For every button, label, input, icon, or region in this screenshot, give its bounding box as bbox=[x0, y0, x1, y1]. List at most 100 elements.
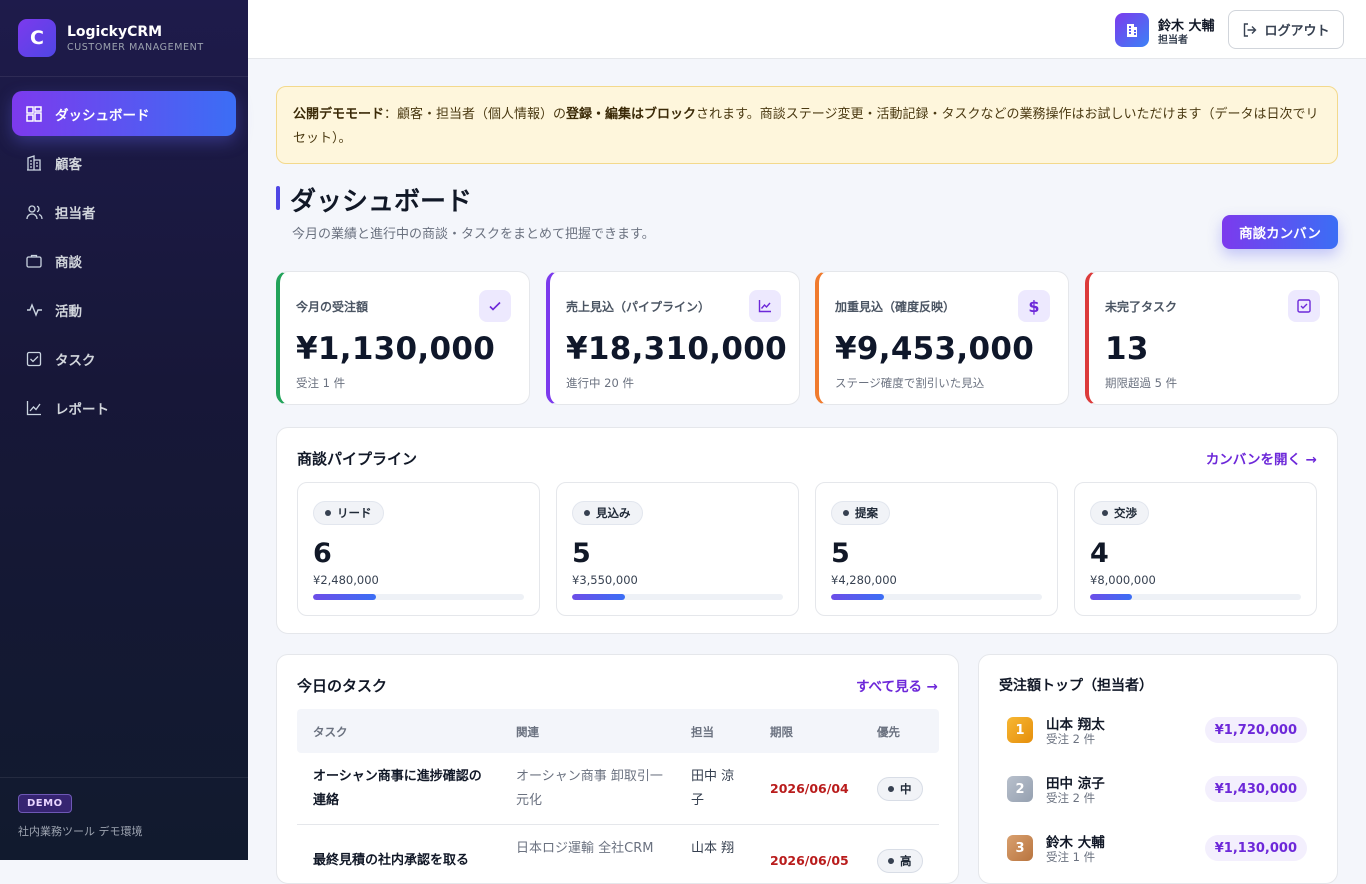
view-all-tasks-link[interactable]: すべて見る → bbox=[856, 675, 938, 695]
sidebar-item-deals[interactable]: 商談 bbox=[12, 238, 236, 283]
kpi-value: ¥9,453,000 bbox=[835, 331, 1035, 367]
page-title: ダッシュボード bbox=[290, 187, 473, 217]
brand: C LogickyCRM CUSTOMER MANAGEMENT bbox=[0, 0, 248, 77]
user-role: 担当者 bbox=[1158, 35, 1188, 46]
open-kanban-link[interactable]: カンバンを開く → bbox=[1206, 448, 1317, 468]
check-icon bbox=[479, 290, 511, 322]
line-chart-icon bbox=[749, 290, 781, 322]
logout-label: ログアウト bbox=[1264, 24, 1330, 39]
table-row[interactable]: 最終見積の社内承認を取る 日本ロジ運輸 全社CRM 山本 翔 2026/06/0… bbox=[297, 825, 939, 883]
sidebar-item-dashboard[interactable]: ダッシュボード bbox=[12, 91, 236, 136]
stage-progress-bar bbox=[572, 594, 783, 600]
brand-subtitle: CUSTOMER MANAGEMENT bbox=[67, 41, 204, 53]
banner-lead: 公開デモモード bbox=[293, 107, 385, 122]
priority-label: 高 bbox=[900, 854, 912, 868]
sidebar-item-label: ダッシュボード bbox=[55, 107, 150, 124]
brand-name: LogickyCRM bbox=[67, 23, 163, 40]
sidebar-item-label: 活動 bbox=[55, 303, 82, 320]
environment-note: 社内業務ツール デモ環境 bbox=[18, 825, 143, 838]
ranking-row[interactable]: 3 鈴木 大輔 受注 1 件 ¥1,130,000 bbox=[1007, 831, 1307, 871]
sidebar-item-label: タスク bbox=[55, 352, 96, 369]
task-related[interactable]: オーシャン商事 卸取引一元化 bbox=[516, 765, 664, 813]
stage-pill: 見込み bbox=[572, 501, 643, 525]
ranking-row[interactable]: 1 山本 翔太 受注 2 件 ¥1,720,000 bbox=[1007, 713, 1307, 753]
kpi-value: ¥18,310,000 bbox=[566, 331, 787, 367]
title-accent-bar bbox=[276, 186, 280, 210]
topbar: 鈴木 大輔 担当者 ログアウト bbox=[248, 0, 1366, 59]
stage-amount: ¥4,280,000 bbox=[831, 573, 897, 587]
kpi-card-monthly-orders: 今月の受注額 ¥1,130,000 受注 1 件 bbox=[276, 271, 530, 405]
sidebar-nav: ダッシュボード 顧客 担当者 商談 活動 タスク レポート bbox=[0, 77, 248, 448]
kpi-subtext: ステージ確度で割引いた見込 bbox=[835, 376, 985, 390]
priority-badge: 高 bbox=[877, 849, 923, 873]
stage-name: 見込み bbox=[596, 506, 631, 520]
banner-emphasis: 登録・編集はブロック bbox=[566, 107, 697, 122]
top-sales-card: 受注額トップ（担当者） 1 山本 翔太 受注 2 件 ¥1,720,000 2 … bbox=[978, 654, 1338, 884]
logout-icon bbox=[1244, 22, 1257, 37]
pipeline-stage-proposal[interactable]: 提案 5 ¥4,280,000 bbox=[815, 482, 1058, 616]
stage-count: 6 bbox=[313, 538, 332, 569]
stage-count: 5 bbox=[831, 538, 850, 569]
priority-label: 中 bbox=[900, 782, 912, 796]
sidebar-item-reports[interactable]: レポート bbox=[12, 385, 236, 430]
sidebar-item-label: 商談 bbox=[55, 254, 82, 271]
priority-badge: 中 bbox=[877, 777, 923, 801]
rank-name: 田中 涼子 bbox=[1046, 776, 1105, 792]
rank-badge: 2 bbox=[1007, 776, 1033, 802]
sidebar-item-customers[interactable]: 顧客 bbox=[12, 140, 236, 185]
pipeline-stage-prospect[interactable]: 見込み 5 ¥3,550,000 bbox=[556, 482, 799, 616]
pipeline-stage-negotiation[interactable]: 交渉 4 ¥8,000,000 bbox=[1074, 482, 1317, 616]
task-owner: 田中 涼子 bbox=[691, 769, 735, 808]
task-related[interactable]: 日本ロジ運輸 全社CRM bbox=[516, 837, 664, 861]
rank-subtext: 受注 2 件 bbox=[1046, 791, 1096, 805]
kpi-subtext: 進行中 20 件 bbox=[566, 376, 634, 390]
stage-count: 4 bbox=[1090, 538, 1109, 569]
sidebar-item-contacts[interactable]: 担当者 bbox=[12, 189, 236, 234]
column-header: 関連 bbox=[516, 725, 539, 739]
building-icon bbox=[1127, 24, 1137, 37]
kpi-subtext: 期限超過 5 件 bbox=[1105, 376, 1178, 390]
task-title[interactable]: 最終見積の社内承認を取る bbox=[313, 849, 488, 873]
sidebar-item-label: レポート bbox=[55, 401, 109, 418]
building-icon bbox=[25, 154, 43, 172]
task-owner: 山本 翔 bbox=[691, 841, 735, 856]
sidebar-item-tasks[interactable]: タスク bbox=[12, 336, 236, 381]
brand-logo[interactable]: C bbox=[18, 19, 56, 57]
dollar-icon: $ bbox=[1018, 290, 1050, 322]
sidebar-footer: DEMO 社内業務ツール デモ環境 bbox=[0, 777, 248, 860]
stage-amount: ¥3,550,000 bbox=[572, 573, 638, 587]
tasks-table-header: タスク 関連 担当 期限 優先 bbox=[297, 709, 939, 753]
table-row[interactable]: オーシャン商事に進捗確認の連絡 オーシャン商事 卸取引一元化 田中 涼子 202… bbox=[297, 753, 939, 825]
kpi-value: ¥1,130,000 bbox=[296, 331, 496, 367]
rank-name: 山本 翔太 bbox=[1046, 717, 1105, 733]
rank-subtext: 受注 2 件 bbox=[1046, 732, 1096, 746]
rank-name: 鈴木 大輔 bbox=[1046, 835, 1105, 851]
task-due-date: 2026/06/04 bbox=[770, 781, 849, 796]
users-icon bbox=[25, 203, 43, 221]
chart-icon bbox=[25, 399, 43, 417]
stage-progress-bar bbox=[831, 594, 1042, 600]
stage-amount: ¥8,000,000 bbox=[1090, 573, 1156, 587]
column-header: 優先 bbox=[877, 725, 900, 739]
deal-kanban-button[interactable]: 商談カンバン bbox=[1222, 215, 1338, 249]
kpi-card-pipeline: 売上見込（パイプライン） ¥18,310,000 進行中 20 件 bbox=[546, 271, 800, 405]
pipeline-title: 商談パイプライン bbox=[297, 450, 418, 468]
stage-pill: リード bbox=[313, 501, 384, 525]
sidebar: C LogickyCRM CUSTOMER MANAGEMENT ダッシュボード… bbox=[0, 0, 248, 860]
ranking-row[interactable]: 2 田中 涼子 受注 2 件 ¥1,430,000 bbox=[1007, 772, 1307, 812]
stage-name: リード bbox=[337, 506, 372, 520]
activity-icon bbox=[25, 301, 43, 319]
rank-amount: ¥1,430,000 bbox=[1204, 776, 1307, 802]
page-subtitle: 今月の業績と進行中の商談・タスクをまとめて把握できます。 bbox=[292, 227, 655, 242]
rank-badge: 1 bbox=[1007, 717, 1033, 743]
column-header: 担当 bbox=[691, 725, 714, 739]
stage-progress-bar bbox=[1090, 594, 1301, 600]
user-avatar[interactable] bbox=[1115, 13, 1149, 47]
task-title[interactable]: オーシャン商事に進捗確認の連絡 bbox=[313, 765, 488, 813]
logout-button[interactable]: ログアウト bbox=[1228, 10, 1344, 49]
pipeline-stage-lead[interactable]: リード 6 ¥2,480,000 bbox=[297, 482, 540, 616]
sidebar-item-activities[interactable]: 活動 bbox=[12, 287, 236, 332]
demo-badge: DEMO bbox=[18, 794, 72, 813]
tasks-title: 今日のタスク bbox=[297, 677, 388, 695]
sidebar-item-label: 顧客 bbox=[55, 156, 82, 173]
